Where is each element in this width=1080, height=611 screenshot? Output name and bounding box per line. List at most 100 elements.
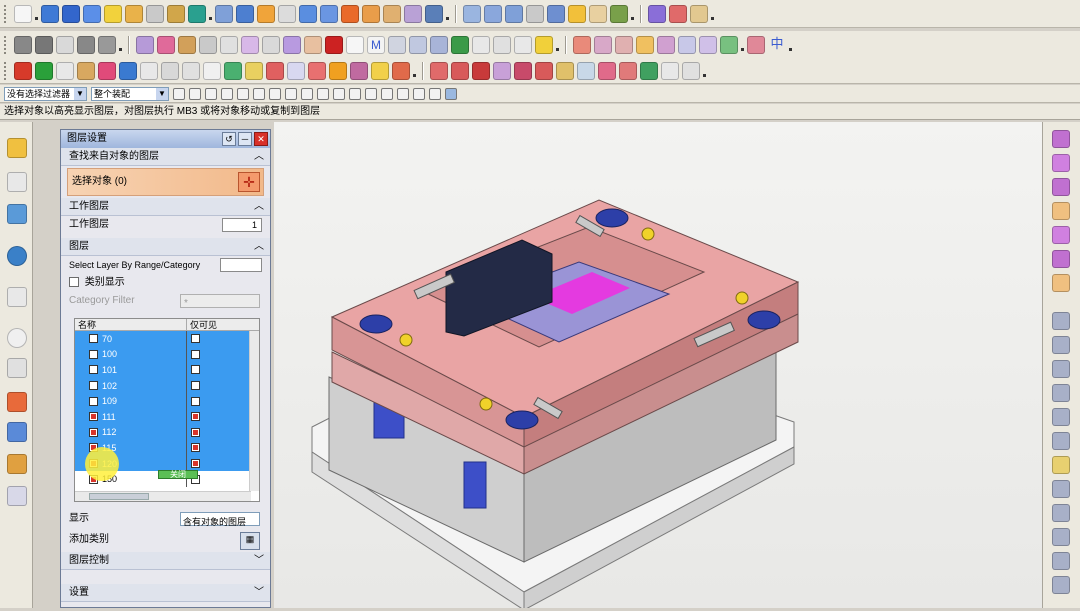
ruled-icon[interactable]	[157, 35, 175, 54]
slider-lifter-icon[interactable]	[266, 61, 284, 80]
replace-component-icon[interactable]	[1052, 528, 1070, 546]
view-left-icon[interactable]	[1052, 226, 1070, 244]
visible-only-checkbox[interactable]	[191, 349, 200, 359]
line-icon[interactable]	[35, 35, 53, 54]
category-display-checkbox[interactable]	[69, 277, 79, 288]
scope-select[interactable]: 整个装配 ▼	[91, 86, 169, 101]
more-tools-icon[interactable]	[682, 61, 700, 80]
visible-only-checkbox[interactable]	[191, 427, 200, 437]
category-filter-select[interactable]: *	[180, 294, 260, 309]
arc-icon[interactable]	[56, 35, 74, 54]
groove-icon[interactable]	[257, 4, 275, 23]
mold-tool-icon[interactable]	[573, 35, 591, 54]
edge-blend-icon[interactable]	[463, 4, 481, 23]
exit-icon[interactable]	[661, 61, 679, 80]
sub-insert-icon[interactable]	[287, 61, 305, 80]
roles-icon[interactable]	[7, 422, 27, 442]
chevron-up-icon[interactable]: ︿	[254, 148, 264, 166]
mid-point-icon[interactable]	[253, 87, 265, 100]
chinese-input-icon[interactable]: 中	[768, 35, 786, 54]
slider-icon[interactable]	[636, 35, 654, 54]
visible-only-column-header[interactable]: 仅可见	[187, 319, 217, 330]
horizontal-scrollbar[interactable]	[75, 491, 251, 501]
chevron-up-icon[interactable]: ︿	[254, 238, 264, 256]
drawing-icon[interactable]	[493, 61, 511, 80]
toolbar-grip[interactable]	[4, 35, 8, 54]
weight-icon[interactable]	[1052, 456, 1070, 474]
extension-icon[interactable]	[283, 35, 301, 54]
boss-icon[interactable]	[188, 4, 206, 23]
unite-icon[interactable]	[299, 4, 317, 23]
display-select[interactable]: 含有对象的图层	[180, 512, 260, 527]
sphere-icon[interactable]	[104, 4, 122, 23]
visualization-icon[interactable]	[7, 392, 27, 412]
bounded-grid-icon[interactable]	[381, 87, 393, 100]
bom-icon[interactable]	[472, 61, 490, 80]
block-icon[interactable]	[83, 4, 101, 23]
close-button[interactable]: 关闭	[158, 470, 198, 479]
settings-section-header[interactable]: 设置 ﹀	[61, 584, 270, 602]
table-row[interactable]: 111	[75, 408, 259, 425]
dialog-title-bar[interactable]: 图层设置 ↺ ─ ✕	[61, 130, 270, 148]
view-bottom-icon[interactable]	[1052, 250, 1070, 268]
quadrant-point-icon[interactable]	[317, 87, 329, 100]
layer-checkbox[interactable]	[89, 396, 98, 406]
chevron-down-icon[interactable]: ﹀	[254, 584, 264, 602]
table-row[interactable]: 112	[75, 424, 259, 441]
project-init-icon[interactable]	[35, 61, 53, 80]
patch-tool-icon[interactable]	[161, 61, 179, 80]
arc-center-icon[interactable]	[301, 87, 313, 100]
sew-icon[interactable]	[589, 4, 607, 23]
pocket-mold-icon[interactable]	[451, 61, 469, 80]
minimize-icon[interactable]: ─	[238, 132, 252, 146]
runner-tool-icon[interactable]	[350, 61, 368, 80]
layer-control-header[interactable]: 图层控制 ﹀	[61, 552, 270, 570]
vertical-scrollbar[interactable]	[249, 331, 259, 491]
name-column-header[interactable]: 名称	[75, 319, 187, 330]
measure-icon[interactable]	[648, 4, 666, 23]
parting-icon[interactable]	[594, 35, 612, 54]
end-point-icon[interactable]	[237, 87, 249, 100]
trim-mold-icon[interactable]	[430, 61, 448, 80]
control-point-icon[interactable]	[269, 87, 281, 100]
table-row[interactable]: 70	[75, 331, 259, 347]
layout-cavity-icon[interactable]	[119, 61, 137, 80]
constraint-navigator-icon[interactable]	[7, 172, 27, 192]
patch-icon[interactable]	[610, 4, 628, 23]
deselect-icon[interactable]	[189, 87, 201, 100]
scrollbar-thumb[interactable]	[89, 493, 149, 500]
hole-icon[interactable]	[167, 4, 185, 23]
law-icon[interactable]	[304, 35, 322, 54]
part-navigator-icon[interactable]	[7, 204, 27, 224]
system-materials-icon[interactable]	[7, 358, 27, 378]
screen-icon[interactable]	[445, 87, 457, 100]
unused-parts-icon[interactable]	[556, 61, 574, 80]
chevron-down-icon[interactable]: ▼	[156, 87, 168, 100]
table-row[interactable]: 101	[75, 362, 259, 378]
layer-checkbox[interactable]	[89, 349, 98, 359]
add-category-button[interactable]: ▦	[240, 532, 260, 550]
family-mold-icon[interactable]	[140, 61, 158, 80]
visible-only-checkbox[interactable]	[191, 334, 200, 344]
point-icon[interactable]	[14, 35, 32, 54]
m-tool-icon[interactable]: M	[367, 35, 385, 54]
gate-library-icon[interactable]	[329, 61, 347, 80]
pad-icon[interactable]	[236, 4, 254, 23]
cast-icon[interactable]	[577, 61, 595, 80]
pattern-icon[interactable]	[547, 4, 565, 23]
toolbar-grip[interactable]	[4, 61, 8, 80]
close-red-icon[interactable]	[308, 61, 326, 80]
workpiece-icon[interactable]	[98, 61, 116, 80]
tangent-point-icon[interactable]	[413, 87, 425, 100]
pole-icon[interactable]	[397, 87, 409, 100]
visible-only-checkbox[interactable]	[191, 381, 200, 391]
toolbar-grip[interactable]	[4, 4, 8, 23]
wave-icon[interactable]	[1052, 408, 1070, 426]
view-icon[interactable]	[472, 35, 490, 54]
intersect-icon[interactable]	[341, 4, 359, 23]
clock-icon[interactable]	[7, 328, 27, 348]
mesh-icon[interactable]	[199, 35, 217, 54]
find-layer-section-header[interactable]: 查找来自对象的图层 ︿	[61, 148, 270, 166]
mirror-icon[interactable]	[526, 4, 544, 23]
visible-only-checkbox[interactable]	[191, 396, 200, 406]
